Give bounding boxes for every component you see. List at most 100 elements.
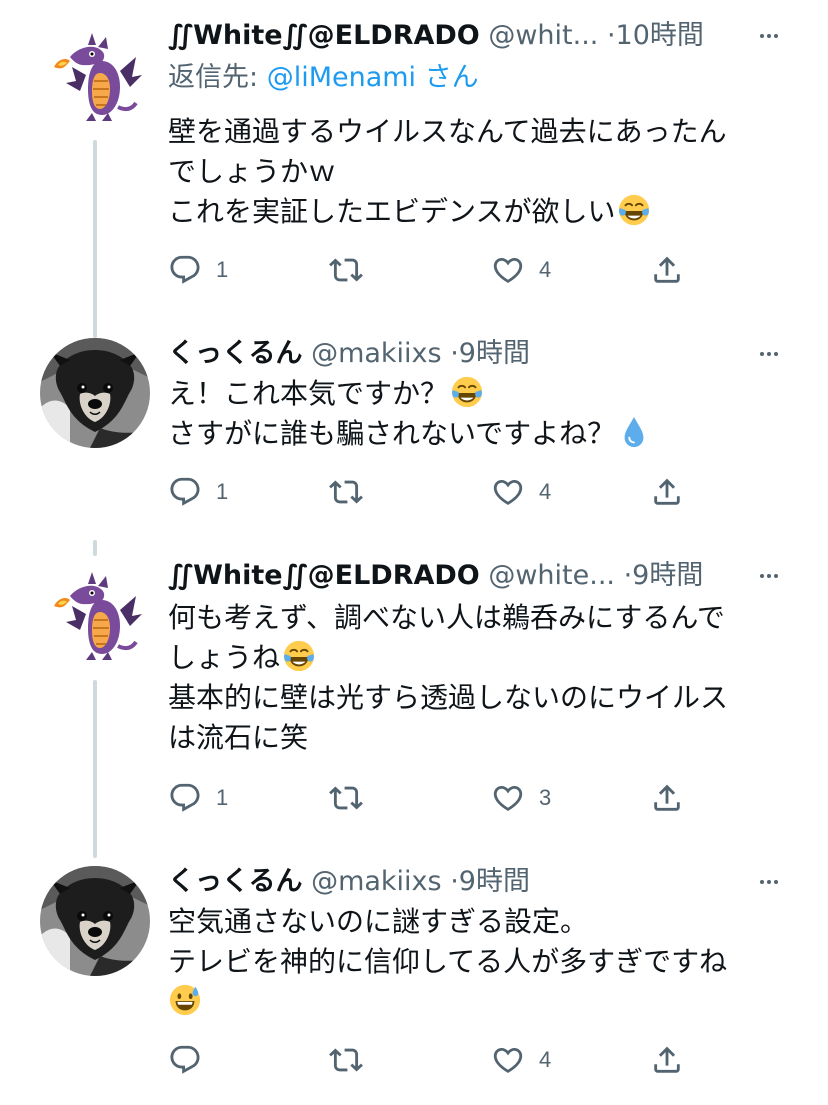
- like-count: 4: [539, 1047, 552, 1072]
- like-count: 4: [539, 257, 552, 282]
- tears-of-joy-emoji: [617, 193, 651, 227]
- share-icon: [650, 475, 684, 509]
- reply-to: 返信先: @liMenami さん: [168, 58, 479, 98]
- tweet-line: しょうね: [168, 638, 788, 678]
- reply-icon: [168, 1043, 202, 1077]
- share-icon: [650, 253, 684, 287]
- like-icon: [491, 781, 525, 815]
- reply-button[interactable]: 1: [168, 778, 228, 818]
- like-button[interactable]: 4: [491, 1040, 551, 1080]
- tweet-header: くっくるん @makiixs ·9時間: [168, 858, 738, 906]
- share-button[interactable]: [650, 778, 684, 818]
- tweet-2[interactable]: くっくるん @makiixs ·9時間 え！これ本気ですか？ さすがに誰も騙され…: [0, 330, 828, 552]
- share-icon: [650, 1043, 684, 1077]
- tears-of-joy-emoji: [450, 375, 484, 409]
- retweet-button[interactable]: [329, 250, 377, 290]
- action-bar: 4: [0, 1040, 828, 1080]
- display-name[interactable]: ∬White∬@ELDRADO: [168, 560, 480, 591]
- tweet-text: 何も考えず、調べない人は鵜呑みにするんで しょうね 基本的に壁は光すら透過しない…: [168, 598, 788, 758]
- reply-icon: [168, 253, 202, 287]
- tweet-line: [168, 982, 788, 1022]
- reply-button[interactable]: 1: [168, 472, 228, 512]
- more-button[interactable]: [754, 342, 784, 366]
- like-button[interactable]: 4: [491, 250, 551, 290]
- tweet-text: 壁を通過するウイルスなんて過去にあったん でしょうかｗ これを実証したエビデンス…: [168, 112, 788, 232]
- tweet-line: 何も考えず、調べない人は鵜呑みにするんで: [168, 601, 725, 634]
- dragon-avatar-icon: [40, 560, 150, 670]
- tweet-4[interactable]: くっくるん @makiixs ·9時間 空気通さないのに謎すぎる設定。 テレビを…: [0, 858, 828, 1105]
- reply-icon: [168, 475, 202, 509]
- reply-suffix[interactable]: さん: [416, 62, 479, 93]
- share-button[interactable]: [650, 472, 684, 512]
- user-handle[interactable]: @whit...: [488, 20, 598, 51]
- retweet-button[interactable]: [329, 1040, 377, 1080]
- action-bar: 1 4: [0, 250, 828, 290]
- more-icon: [754, 342, 784, 366]
- dog-avatar-icon: [40, 338, 150, 448]
- like-count: 4: [539, 479, 552, 504]
- more-icon: [754, 564, 784, 588]
- reply-count: 1: [216, 257, 229, 282]
- tweet-line: 空気通さないのに謎すぎる設定。: [168, 905, 589, 938]
- avatar[interactable]: [40, 338, 150, 448]
- like-count: 3: [539, 785, 552, 810]
- tweet-line: さすがに誰も騙されないですよね？: [168, 414, 788, 454]
- tweet-line: 基本的に壁は光すら透過しないのにウイルス: [168, 681, 729, 714]
- share-button[interactable]: [650, 250, 684, 290]
- tweet-text: 空気通さないのに謎すぎる設定。 テレビを神的に信仰してる人が多すぎですね: [168, 902, 788, 1022]
- tweet-3[interactable]: ∬White∬@ELDRADO @white... ·9時間 何も考えず、調べな…: [0, 540, 828, 858]
- like-icon: [491, 475, 525, 509]
- display-name[interactable]: くっくるん: [168, 338, 302, 369]
- tweet-line: え！これ本気ですか？: [168, 374, 788, 414]
- reply-button[interactable]: [168, 1040, 216, 1080]
- tweet-header: ∬White∬@ELDRADO @whit... ·10時間: [168, 12, 738, 60]
- reply-count: 1: [216, 479, 229, 504]
- user-handle[interactable]: @white...: [488, 560, 615, 591]
- retweet-icon: [329, 1043, 363, 1077]
- tweet-1[interactable]: ∬White∬@ELDRADO @whit... ·10時間 返信先: @liM…: [0, 12, 828, 338]
- tweet-line: テレビを神的に信仰してる人が多すぎですね: [168, 945, 728, 978]
- tweet-line: でしょうかｗ: [168, 155, 337, 188]
- tweet-line: は流石に笑: [168, 721, 309, 754]
- thread-line: [93, 140, 97, 338]
- avatar[interactable]: [40, 560, 150, 670]
- timestamp[interactable]: ·9時間: [450, 338, 530, 369]
- reply-to-prefix: 返信先:: [168, 62, 267, 93]
- retweet-icon: [329, 781, 363, 815]
- droplet-emoji: [617, 415, 651, 449]
- more-button[interactable]: [754, 870, 784, 894]
- more-button[interactable]: [754, 564, 784, 588]
- like-icon: [491, 1043, 525, 1077]
- timestamp[interactable]: ·9時間: [624, 560, 704, 591]
- timestamp[interactable]: ·10時間: [607, 20, 704, 51]
- like-button[interactable]: 4: [491, 472, 551, 512]
- user-handle[interactable]: @makiixs: [311, 338, 442, 369]
- tweet-line: これを実証したエビデンスが欲しい: [168, 192, 788, 232]
- reply-mention-link[interactable]: @liMenami: [267, 62, 416, 93]
- reply-button[interactable]: 1: [168, 250, 228, 290]
- thread-line: [93, 680, 97, 858]
- timestamp[interactable]: ·9時間: [450, 866, 530, 897]
- tweet-text: え！これ本気ですか？ さすがに誰も騙されないですよね？: [168, 374, 788, 454]
- display-name[interactable]: くっくるん: [168, 866, 302, 897]
- share-button[interactable]: [650, 1040, 684, 1080]
- more-icon: [754, 870, 784, 894]
- like-icon: [491, 253, 525, 287]
- display-name[interactable]: ∬White∬@ELDRADO: [168, 20, 480, 51]
- share-icon: [650, 781, 684, 815]
- grinning-sweat-emoji: [168, 983, 202, 1017]
- thread-line: [93, 540, 97, 556]
- action-bar: 1 3: [0, 778, 828, 818]
- avatar[interactable]: [40, 21, 150, 131]
- like-button[interactable]: 3: [491, 778, 551, 818]
- retweet-button[interactable]: [329, 472, 377, 512]
- retweet-button[interactable]: [329, 778, 377, 818]
- user-handle[interactable]: @makiixs: [311, 866, 442, 897]
- tweet-header: くっくるん @makiixs ·9時間: [168, 330, 738, 378]
- retweet-icon: [329, 253, 363, 287]
- dog-avatar-icon: [40, 866, 150, 976]
- reply-count: 1: [216, 785, 229, 810]
- tears-of-joy-emoji: [282, 639, 316, 673]
- avatar[interactable]: [40, 866, 150, 976]
- more-button[interactable]: [754, 24, 784, 48]
